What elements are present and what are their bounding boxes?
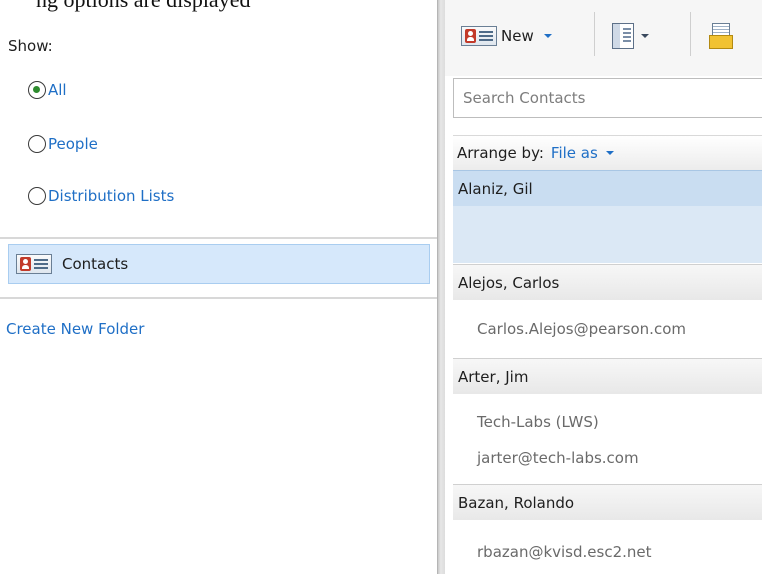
filter-label: People [48,135,98,153]
toolbar-separator [690,12,691,56]
chevron-down-icon[interactable] [543,34,552,38]
contact-row-header[interactable]: Alejos, Carlos [453,264,762,300]
caption-text: ng options are displayed [36,0,250,12]
contact-email: Carlos.Alejos@pearson.com [477,320,686,338]
contact-company: Tech-Labs (LWS) [477,413,599,431]
contact-row-details[interactable]: Tech-Labs (LWS) jarter@tech-labs.com [453,394,762,476]
arrange-by-bar: Arrange by: File as [453,135,762,170]
search-contacts-input[interactable]: Search Contacts [453,78,762,118]
filter-all-option[interactable]: All [28,79,67,101]
contact-card-icon [461,26,497,46]
reading-pane-icon [612,23,634,49]
contact-row-details[interactable]: rbazan@kvisd.esc2.net [453,520,762,574]
divider [0,297,437,299]
show-label: Show: [8,37,53,55]
new-contact-button[interactable]: New [461,22,552,50]
folder-item-contacts[interactable]: Contacts [8,244,430,284]
search-placeholder: Search Contacts [463,89,586,107]
mail-merge-icon [709,23,733,49]
contact-email: jarter@tech-labs.com [477,449,639,467]
navigation-pane: Show: All People Distribution Lists Cont… [0,12,437,574]
filter-label: Distribution Lists [48,187,175,205]
arrange-by-label: Arrange by: [457,144,544,162]
arrange-by-dropdown[interactable]: File as [551,144,598,162]
chevron-down-icon[interactable] [641,34,649,38]
contact-list-pane: New Search Contacts Arrange by: File as … [445,0,762,574]
radio-unselected-icon[interactable] [28,187,46,205]
divider [0,237,437,239]
contact-row-header[interactable]: Bazan, Rolando [453,484,762,520]
folder-label: Contacts [62,255,129,273]
contact-row-details[interactable] [453,206,762,263]
contact-row-details[interactable]: Carlos.Alejos@pearson.com [453,300,762,350]
contact-row-header[interactable]: Alaniz, Gil [453,170,762,206]
contact-card-icon [16,254,52,274]
create-new-folder-link[interactable]: Create New Folder [6,320,144,338]
new-button-label: New [501,27,534,45]
radio-unselected-icon[interactable] [28,135,46,153]
mail-merge-button[interactable] [709,22,733,50]
contact-email: rbazan@kvisd.esc2.net [477,543,652,561]
chevron-down-icon[interactable] [605,151,614,155]
filter-label: All [48,81,67,99]
toolbar: New [445,0,762,76]
filter-distribution-lists-option[interactable]: Distribution Lists [28,185,174,207]
toolbar-separator [594,12,595,56]
radio-selected-icon[interactable] [28,81,46,99]
pane-splitter[interactable] [437,0,445,574]
contact-row-header[interactable]: Arter, Jim [453,358,762,394]
filter-people-option[interactable]: People [28,133,98,155]
view-button[interactable] [612,22,649,50]
